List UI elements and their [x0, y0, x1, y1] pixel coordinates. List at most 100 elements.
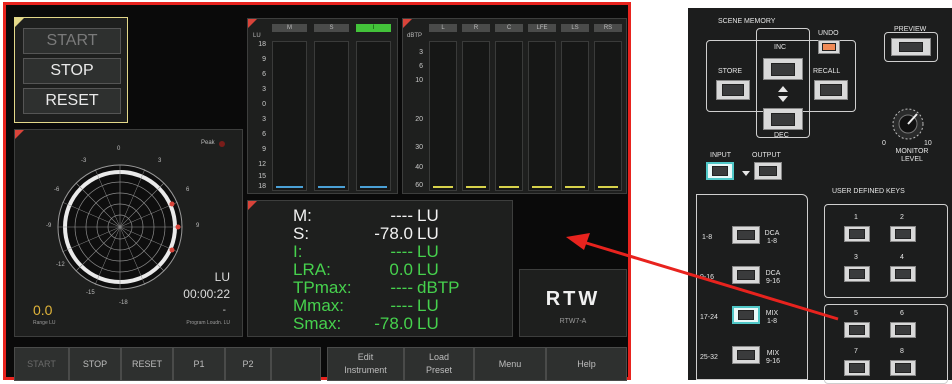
layer-button-mix-1-8[interactable]	[732, 306, 760, 324]
layer-button-mix-9-16[interactable]	[732, 346, 760, 364]
peak-bar-r	[462, 41, 490, 191]
radar-scale-label: -18	[119, 300, 128, 306]
readout-key: Smax:	[293, 314, 342, 333]
panel-marker-icon	[248, 201, 257, 210]
radar-scale-label: 9	[196, 223, 200, 229]
readout-value: ----	[390, 278, 413, 297]
channel-header-c[interactable]: C	[495, 24, 523, 32]
readout-row-mmax: Mmax: ---- LU	[293, 297, 439, 315]
softkey-menu[interactable]: Menu	[474, 347, 546, 381]
peak-scale-label: 30	[415, 144, 423, 151]
loudness-bar-m	[272, 41, 307, 191]
softkey-edit-instrument[interactable]: Edit Instrument	[327, 347, 404, 381]
readout-row-i: I: ---- LU	[293, 243, 439, 261]
dec-button[interactable]	[763, 108, 803, 130]
loudness-scale-label: 6	[262, 71, 266, 78]
radar-scale-label: -12	[56, 262, 65, 268]
channel-header-l[interactable]: L	[429, 24, 457, 32]
channel-header-r[interactable]: R	[462, 24, 490, 32]
channel-header-s[interactable]: S	[314, 24, 349, 32]
peak-scale-label: 60	[415, 182, 423, 189]
loudness-scale-label: 15	[258, 173, 266, 180]
softkey-p2[interactable]: P2	[225, 347, 271, 381]
dec-label: DEC	[774, 132, 789, 139]
readout-row-tpmax: TPmax: ---- dBTP	[293, 278, 460, 297]
input-label: INPUT	[710, 152, 731, 159]
range-caption: Range LU	[33, 320, 56, 326]
inc-button[interactable]	[763, 58, 803, 80]
user-key-4[interactable]	[890, 266, 916, 282]
peak-scale-label: 40	[415, 164, 423, 171]
user-key-2[interactable]	[890, 226, 916, 242]
start-button[interactable]: START	[23, 28, 121, 54]
user-key-1[interactable]	[844, 226, 870, 242]
readout-unit: LU	[417, 260, 439, 279]
softkey-load-preset[interactable]: Load Preset	[404, 347, 474, 381]
output-button[interactable]	[754, 162, 782, 180]
store-button[interactable]	[716, 80, 750, 100]
rtw-logo: RTW	[545, 288, 601, 310]
undo-button[interactable]	[818, 40, 840, 54]
preview-button[interactable]	[891, 38, 931, 56]
peak-bar-lfe	[528, 41, 556, 191]
user-key-6[interactable]	[890, 322, 916, 338]
softkey-label: Instrument	[344, 365, 387, 375]
recall-button[interactable]	[814, 80, 848, 100]
layer-range-label: 9-16	[700, 274, 715, 281]
user-key-number: 6	[900, 310, 904, 317]
user-key-8[interactable]	[890, 360, 916, 376]
peak-scale-label: 3	[419, 49, 423, 56]
peak-bar-rs	[594, 41, 622, 191]
softkey-p1[interactable]: P1	[173, 347, 225, 381]
user-key-5[interactable]	[844, 322, 870, 338]
store-label: STORE	[718, 68, 742, 75]
channel-header-rs[interactable]: RS	[594, 24, 622, 32]
inc-label: INC	[774, 44, 787, 51]
user-keys-group-top	[824, 204, 948, 298]
monitor-level-knob[interactable]	[884, 104, 932, 144]
readout-row-smax: Smax: -78.0 LU	[293, 314, 439, 333]
channel-header-lfe[interactable]: LFE	[528, 24, 556, 32]
softkey-help[interactable]: Help	[546, 347, 627, 381]
softkey-reset[interactable]: RESET	[121, 347, 173, 381]
loudness-scale-label: 0	[262, 101, 266, 108]
layer-range-label: 25-32	[700, 354, 718, 361]
recall-label: RECALL	[813, 68, 841, 75]
loudness-bar-s	[314, 41, 349, 191]
reset-button[interactable]: RESET	[23, 88, 121, 114]
transport-panel: START STOP RESET	[14, 17, 128, 123]
user-key-number: 4	[900, 254, 904, 261]
readout-unit: LU	[417, 296, 439, 315]
readout-value: -78.0	[374, 314, 413, 333]
model-name: RTW7-A	[559, 318, 587, 325]
input-button[interactable]	[706, 162, 734, 180]
softkey-stop[interactable]: STOP	[69, 347, 121, 381]
user-key-3[interactable]	[844, 266, 870, 282]
peak-label: Peak	[201, 140, 215, 146]
undo-label: UNDO	[818, 30, 839, 37]
softkey-blank[interactable]	[271, 347, 321, 381]
user-keys-group-bottom	[824, 304, 948, 384]
radar-unit: LU	[214, 270, 230, 284]
channel-header-m[interactable]: M	[272, 24, 307, 32]
loudness-radar	[57, 164, 183, 290]
panel-marker-icon	[403, 19, 412, 28]
user-key-7[interactable]	[844, 360, 870, 376]
readout-value: ----	[390, 206, 413, 225]
layer-button-dca-9-16[interactable]	[732, 266, 760, 284]
radar-scale-label: 0	[117, 146, 121, 152]
readout-row-s: S: -78.0 LU	[293, 225, 439, 243]
readout-unit: LU	[417, 314, 439, 333]
softkey-label: Load	[428, 352, 450, 362]
layer-button-dca-1-8[interactable]	[732, 226, 760, 244]
radar-scale-label: -6	[54, 187, 60, 193]
peak-bargraph-panel: dBTP L R C LFE LS RS 3 6 10 20 30 40 60	[402, 18, 627, 194]
user-key-number: 3	[854, 254, 858, 261]
stop-button[interactable]: STOP	[23, 58, 121, 84]
peak-scale-label: 6	[419, 63, 423, 70]
softkey-start[interactable]: START	[14, 347, 69, 381]
layer-label: DCA 1-8	[764, 230, 780, 245]
channel-header-i[interactable]: I	[356, 24, 391, 32]
program-value: -	[222, 305, 226, 316]
channel-header-ls[interactable]: LS	[561, 24, 589, 32]
